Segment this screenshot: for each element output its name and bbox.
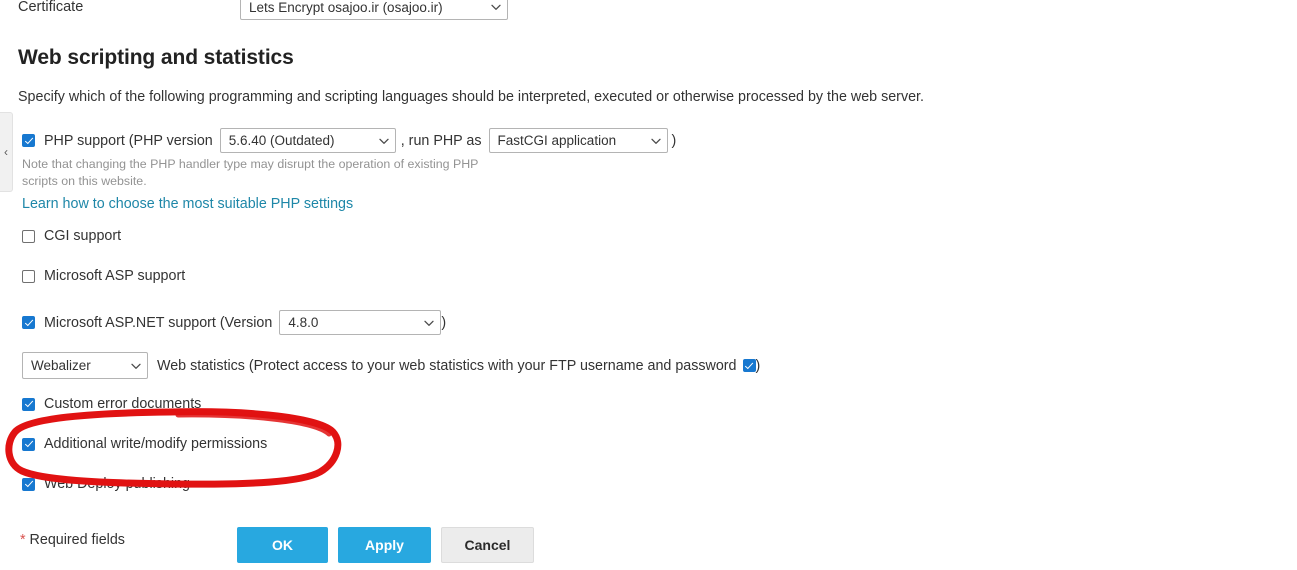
page-title: Web scripting and statistics (18, 46, 294, 69)
ok-button[interactable]: OK (237, 527, 328, 563)
asp-support-label: Microsoft ASP support (44, 268, 186, 284)
aspnet-version-select-value: 4.8.0 (288, 315, 319, 330)
php-support-checkbox[interactable] (22, 134, 35, 147)
additional-permissions-label: Additional write/modify permissions (44, 436, 268, 452)
php-version-select[interactable]: 5.6.40 (Outdated) (219, 128, 396, 153)
aspnet-support-label: Microsoft ASP.NET support (Version (44, 314, 273, 331)
php-run-as-label: , run PHP as (400, 132, 482, 149)
certificate-row: Certificate Lets Encrypt osajoo.ir (osaj… (18, 0, 1018, 22)
section-intro-text: Specify which of the following programmi… (18, 89, 924, 105)
php-support-label: PHP support (PHP version (44, 132, 213, 149)
aspnet-support-row: Microsoft ASP.NET support (Version 4.8.0… (22, 310, 446, 335)
asp-support-row: Microsoft ASP support (22, 268, 185, 284)
cgi-support-row: CGI support (22, 228, 121, 244)
custom-error-documents-row: Custom error documents (22, 396, 201, 412)
php-support-row: PHP support (PHP version 5.6.40 (Outdate… (22, 128, 676, 153)
apply-button[interactable]: Apply (338, 527, 431, 563)
chevron-left-icon: ‹ (4, 145, 8, 159)
chevron-down-icon (379, 136, 389, 145)
web-deploy-publishing-row: Web Deploy publishing (22, 476, 190, 492)
required-fields-note: * Required fields (20, 532, 125, 548)
web-statistics-closing-paren: ) (755, 357, 761, 374)
web-statistics-row: Webalizer Web statistics (Protect access… (22, 352, 760, 379)
additional-permissions-checkbox[interactable] (22, 437, 35, 451)
web-statistics-label: Web statistics (Protect access to your w… (157, 357, 737, 374)
php-handler-select-value: FastCGI application (497, 133, 617, 148)
php-row-closing-paren: ) (671, 132, 677, 149)
web-deploy-publishing-label: Web Deploy publishing (44, 476, 190, 492)
settings-page: ‹ Certificate Lets Encrypt osajoo.ir (os… (0, 0, 1297, 570)
php-handler-note: Note that changing the PHP handler type … (22, 157, 479, 188)
custom-error-documents-checkbox[interactable] (22, 397, 35, 411)
web-statistics-engine-value: Webalizer (31, 358, 91, 373)
aspnet-row-closing-paren: ) (441, 314, 447, 331)
asp-support-checkbox[interactable] (22, 269, 35, 283)
chevron-down-icon (491, 2, 501, 11)
required-fields-text: Required fields (25, 532, 125, 548)
chevron-down-icon (650, 136, 661, 145)
certificate-select-value: Lets Encrypt osajoo.ir (osajoo.ir) (249, 0, 443, 15)
certificate-select[interactable]: Lets Encrypt osajoo.ir (osajoo.ir) (240, 0, 508, 20)
custom-error-documents-label: Custom error documents (44, 396, 202, 412)
chevron-down-icon (131, 361, 141, 370)
certificate-label: Certificate (18, 0, 84, 15)
aspnet-support-checkbox[interactable] (22, 316, 35, 329)
web-deploy-publishing-checkbox[interactable] (22, 477, 35, 491)
additional-permissions-row: Additional write/modify permissions (22, 436, 267, 452)
cancel-button[interactable]: Cancel (441, 527, 534, 563)
php-version-select-value: 5.6.40 (Outdated) (228, 133, 335, 148)
web-statistics-protect-checkbox[interactable] (742, 359, 756, 372)
php-handler-select[interactable]: FastCGI application (488, 128, 668, 153)
php-settings-help-link[interactable]: Learn how to choose the most suitable PH… (22, 196, 353, 212)
cgi-support-checkbox[interactable] (22, 229, 35, 243)
chevron-down-icon (424, 318, 434, 327)
web-statistics-engine-select[interactable]: Webalizer (22, 352, 148, 379)
sidebar-collapse-handle[interactable]: ‹ (0, 112, 13, 192)
cgi-support-label: CGI support (44, 228, 122, 244)
aspnet-version-select[interactable]: 4.8.0 (279, 310, 442, 335)
